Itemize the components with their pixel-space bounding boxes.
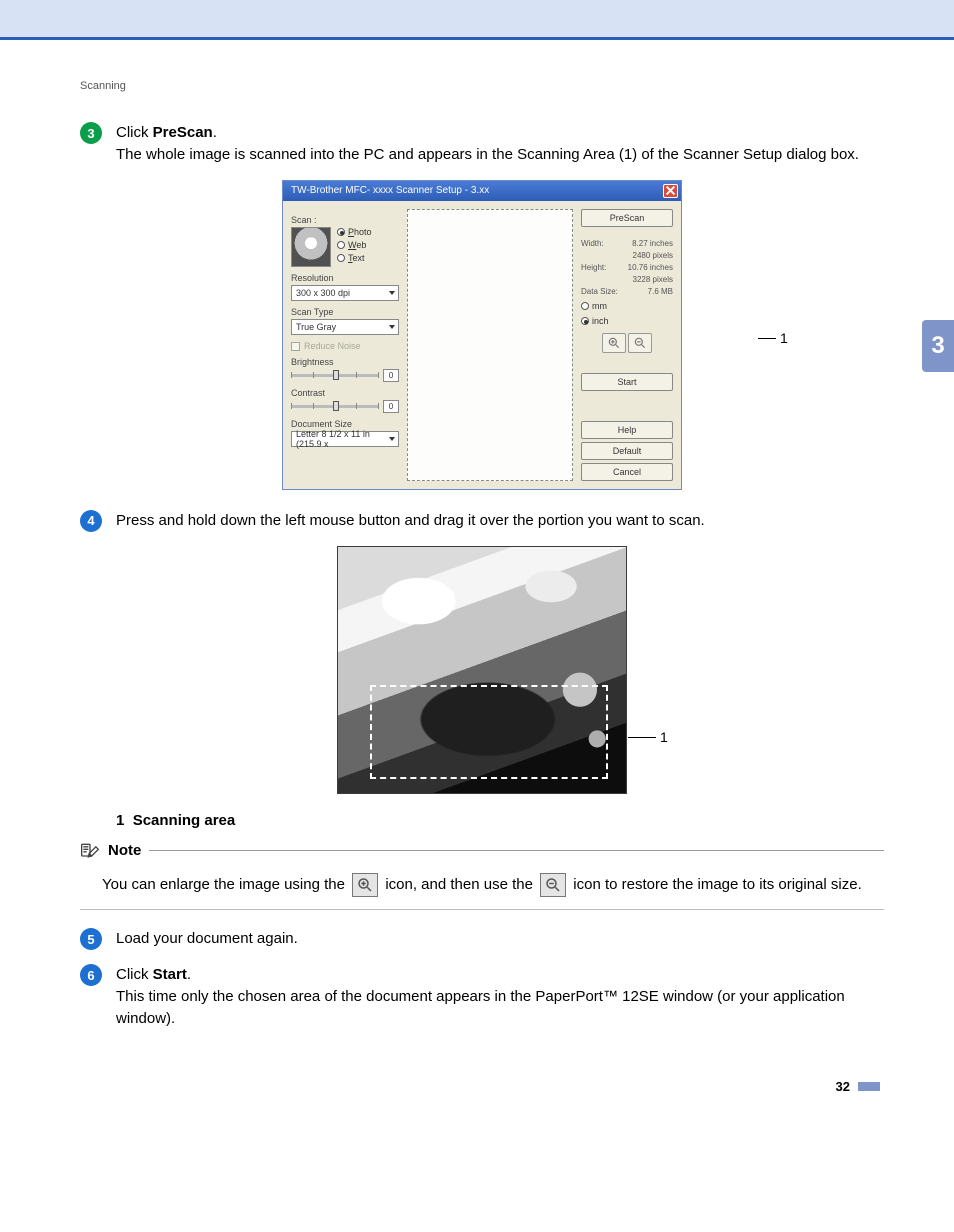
close-icon[interactable] (663, 184, 678, 198)
food-figure: 1 (80, 546, 884, 794)
resolution-label: Resolution (291, 273, 399, 283)
datasize-value: 7.6 MB (648, 287, 673, 296)
label: eb (356, 240, 366, 250)
radio-text[interactable]: Text (337, 253, 372, 263)
text-bold: Start (153, 966, 187, 983)
unit-mm[interactable]: mm (581, 301, 673, 311)
step-4: 4 Press and hold down the left mouse but… (80, 510, 884, 532)
step-6: 6 Click Start. This time only the chosen… (80, 964, 884, 1029)
reduce-noise-checkbox: Reduce Noise (291, 341, 399, 351)
text: Load your document again. (116, 930, 298, 947)
text: . (187, 966, 191, 983)
top-band (0, 0, 954, 40)
step-body: Load your document again. (116, 928, 884, 950)
step-5: 5 Load your document again. (80, 928, 884, 950)
height-value: 10.76 inches (628, 263, 673, 272)
step-number: 5 (80, 928, 102, 950)
step-number: 3 (80, 122, 102, 144)
section-label: Scanning (80, 80, 884, 92)
text: The whole image is scanned into the PC a… (116, 146, 859, 163)
selection-rectangle (370, 685, 608, 779)
scantype-label: Scan Type (291, 307, 399, 317)
zoom-out-icon (540, 873, 566, 897)
preview-area[interactable] (407, 209, 573, 481)
text: You can enlarge the image using the (102, 876, 349, 893)
resolution-select[interactable]: 300 x 300 dpi (291, 285, 399, 301)
sample-image (337, 546, 627, 794)
unit-inch[interactable]: inch (581, 316, 673, 326)
width-label: Width: (581, 239, 604, 248)
scantype-select[interactable]: True Gray (291, 319, 399, 335)
text: icon to restore the image to its origina… (573, 876, 861, 893)
brightness-label: Brightness (291, 357, 399, 367)
page-footer: 32 (80, 1079, 884, 1094)
step-number: 4 (80, 510, 102, 532)
contrast-label: Contrast (291, 388, 399, 398)
zoom-in-icon[interactable] (602, 333, 626, 353)
page-number: 32 (836, 1079, 850, 1094)
brightness-slider[interactable]: 0 (291, 369, 399, 382)
zoom-out-icon[interactable] (628, 333, 652, 353)
zoom-in-icon (352, 873, 378, 897)
radio-web[interactable]: Web (337, 240, 372, 250)
scanner-dialog-figure: TW-Brother MFC- xxxx Scanner Setup - 3.x… (80, 180, 884, 490)
width-value: 8.27 inches (632, 239, 673, 248)
scan-label: Scan : (291, 215, 399, 225)
callout-line (758, 338, 776, 339)
datasize-label: Data Size: (581, 287, 618, 296)
start-button[interactable]: Start (581, 373, 673, 391)
chapter-tab: 3 (922, 320, 954, 372)
text: Click (116, 124, 153, 141)
note-rule (149, 850, 884, 851)
step-3: 3 Click PreScan. The whole image is scan… (80, 122, 884, 166)
step-number: 6 (80, 964, 102, 986)
text: This time only the chosen area of the do… (116, 988, 845, 1027)
footer-bar (858, 1082, 880, 1091)
dialog-title: TW-Brother MFC- xxxx Scanner Setup - 3.x… (291, 185, 489, 196)
callout-line (628, 737, 656, 738)
contrast-value[interactable]: 0 (383, 400, 399, 413)
scan-thumbnail (291, 227, 331, 267)
step-body: Click Start. This time only the chosen a… (116, 964, 884, 1029)
help-button[interactable]: Help (581, 421, 673, 439)
height-px: 3228 pixels (633, 275, 673, 284)
text: Click (116, 966, 153, 983)
callout-number: 1 (780, 330, 788, 346)
scanning-area-label: 1 Scanning area (116, 812, 884, 829)
dialog-left-panel: Scan : Photo Web Text Resolution 300 x 3… (291, 209, 399, 481)
text: Press and hold down the left mouse butto… (116, 512, 705, 529)
default-button[interactable]: Default (581, 442, 673, 460)
height-label: Height: (581, 263, 606, 272)
contrast-slider[interactable]: 0 (291, 400, 399, 413)
docsize-label: Document Size (291, 419, 399, 429)
page-content: Scanning 3 3 Click PreScan. The whole im… (0, 40, 954, 1124)
text-bold: PreScan (153, 124, 213, 141)
note-word: Note (108, 842, 141, 859)
note-heading: Note (80, 841, 884, 861)
step-body: Click PreScan. The whole image is scanne… (116, 122, 884, 166)
note-body: You can enlarge the image using the icon… (80, 871, 884, 911)
step-body: Press and hold down the left mouse butto… (116, 510, 884, 532)
dialog-titlebar: TW-Brother MFC- xxxx Scanner Setup - 3.x… (283, 181, 681, 201)
text: icon, and then use the (385, 876, 537, 893)
width-px: 2480 pixels (633, 251, 673, 260)
dialog-right-panel: PreScan Width: 8.27 inches 2480 pixels He… (581, 209, 673, 481)
note-icon (80, 841, 100, 861)
docsize-select[interactable]: Letter 8 1/2 x 11 in (215.9 x (291, 431, 399, 447)
scanner-setup-dialog: TW-Brother MFC- xxxx Scanner Setup - 3.x… (282, 180, 682, 490)
radio-photo[interactable]: Photo (337, 227, 372, 237)
prescan-button[interactable]: PreScan (581, 209, 673, 227)
callout-number: 1 (660, 729, 668, 745)
brightness-value[interactable]: 0 (383, 369, 399, 382)
cancel-button[interactable]: Cancel (581, 463, 673, 481)
text: . (213, 124, 217, 141)
label: ext (353, 253, 365, 263)
label: hoto (354, 227, 372, 237)
